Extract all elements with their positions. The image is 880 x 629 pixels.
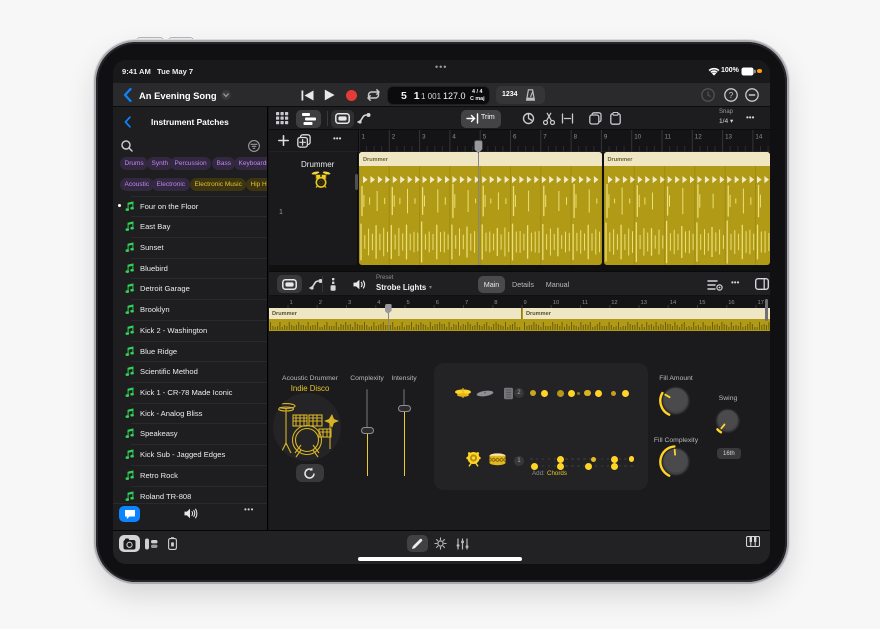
svg-text:7: 7 <box>543 134 547 141</box>
svg-text:9: 9 <box>524 300 527 306</box>
svg-text:3: 3 <box>348 300 351 306</box>
svg-text:17: 17 <box>758 300 764 306</box>
svg-text:16: 16 <box>728 300 734 306</box>
svg-text:5: 5 <box>407 300 410 306</box>
svg-text:8: 8 <box>494 300 497 306</box>
svg-text:9: 9 <box>604 134 608 141</box>
svg-text:4: 4 <box>377 300 381 306</box>
svg-text:?: ? <box>729 91 734 100</box>
svg-text:12: 12 <box>611 300 617 306</box>
svg-text:1: 1 <box>290 300 293 306</box>
svg-text:11: 11 <box>582 300 588 306</box>
svg-text:3: 3 <box>422 134 426 141</box>
svg-text:13: 13 <box>641 300 647 306</box>
svg-text:14: 14 <box>670 300 677 306</box>
svg-text:11: 11 <box>665 134 672 141</box>
svg-text:10: 10 <box>553 300 559 306</box>
svg-text:15: 15 <box>699 300 705 306</box>
svg-text:2: 2 <box>319 300 322 306</box>
svg-text:12: 12 <box>695 134 702 141</box>
svg-text:6: 6 <box>436 300 439 306</box>
svg-text:6: 6 <box>513 134 517 141</box>
svg-text:14: 14 <box>755 134 762 141</box>
svg-text:10: 10 <box>634 134 641 141</box>
svg-text:13: 13 <box>725 134 732 141</box>
svg-text:8: 8 <box>574 134 578 141</box>
svg-text:2: 2 <box>392 134 396 141</box>
svg-text:7: 7 <box>465 300 468 306</box>
svg-text:5: 5 <box>483 134 487 141</box>
svg-text:1: 1 <box>362 134 366 141</box>
svg-text:4: 4 <box>452 134 456 141</box>
